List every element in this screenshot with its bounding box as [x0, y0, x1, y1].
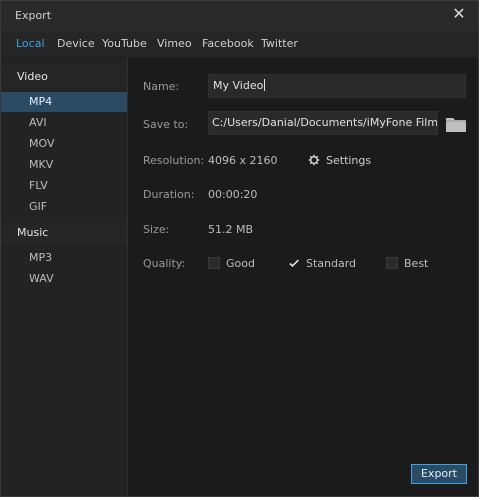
sidebar-item-flv[interactable]: FLV — [1, 176, 127, 196]
export-dialog: Export ✕ Local Device YouTube Vimeo Face… — [0, 0, 479, 497]
resolution-value: 4096 x 2160 — [208, 154, 278, 167]
checkbox-best[interactable] — [386, 257, 398, 269]
name-field[interactable]: My Video — [208, 74, 466, 98]
tab-facebook[interactable]: Facebook — [202, 37, 254, 50]
dialog-title: Export — [15, 9, 52, 22]
quality-good-label: Good — [226, 257, 255, 270]
quality-label: Quality: — [143, 257, 186, 270]
folder-icon[interactable] — [445, 115, 467, 133]
checkbox-good[interactable] — [208, 257, 220, 269]
sidebar-item-mp3[interactable]: MP3 — [1, 248, 127, 268]
save-path-field[interactable]: C:/Users/Danial/Documents/iMyFone Filme.… — [208, 111, 438, 135]
duration-label: Duration: — [143, 188, 195, 201]
quality-standard-label: Standard — [306, 257, 357, 270]
sidebar-item-gif[interactable]: GIF — [1, 197, 127, 217]
duration-value: 00:00:20 — [208, 188, 258, 201]
sidebar-item-mkv[interactable]: MKV — [1, 155, 127, 175]
music-category-label: Music — [17, 226, 49, 239]
quality-good-option[interactable]: Good — [208, 257, 255, 270]
quality-best-label: Best — [404, 257, 429, 270]
size-label: Size: — [143, 223, 170, 236]
close-icon[interactable]: ✕ — [450, 5, 468, 23]
sidebar-item-mp4[interactable]: MP4 — [1, 92, 127, 112]
sidebar-item-mov[interactable]: MOV — [1, 134, 127, 154]
tab-youtube[interactable]: YouTube — [102, 37, 147, 50]
name-label: Name: — [143, 80, 180, 93]
settings-button[interactable]: Settings — [308, 154, 371, 167]
tab-device[interactable]: Device — [57, 37, 95, 50]
tab-local[interactable]: Local — [16, 37, 45, 50]
settings-label: Settings — [326, 154, 372, 167]
tab-vimeo[interactable]: Vimeo — [157, 37, 192, 50]
name-value: My Video — [213, 79, 264, 92]
checkmark-icon[interactable] — [288, 257, 300, 269]
quality-best-option[interactable]: Best — [386, 257, 428, 270]
sidebar-item-avi[interactable]: AVI — [1, 113, 127, 133]
sidebar-item-wav[interactable]: WAV — [1, 269, 127, 289]
tab-twitter[interactable]: Twitter — [261, 37, 298, 50]
format-sidebar: Video MP4 AVI MOV MKV FLV GIF Music MP3 … — [1, 58, 128, 496]
save-to-label: Save to: — [143, 118, 189, 131]
quality-standard-option[interactable]: Standard — [288, 257, 356, 270]
resolution-label: Resolution: — [143, 154, 205, 167]
text-cursor — [264, 79, 266, 91]
export-button[interactable]: Export — [411, 464, 467, 484]
tabs-bar: Local Device YouTube Vimeo Facebook Twit… — [1, 31, 478, 57]
export-settings-panel: Name: My Video Save to: C:/Users/Danial/… — [128, 58, 478, 496]
gear-icon — [308, 154, 320, 166]
titlebar: Export ✕ — [1, 1, 478, 31]
video-category-label: Video — [17, 70, 48, 83]
size-value: 51.2 MB — [208, 223, 254, 236]
